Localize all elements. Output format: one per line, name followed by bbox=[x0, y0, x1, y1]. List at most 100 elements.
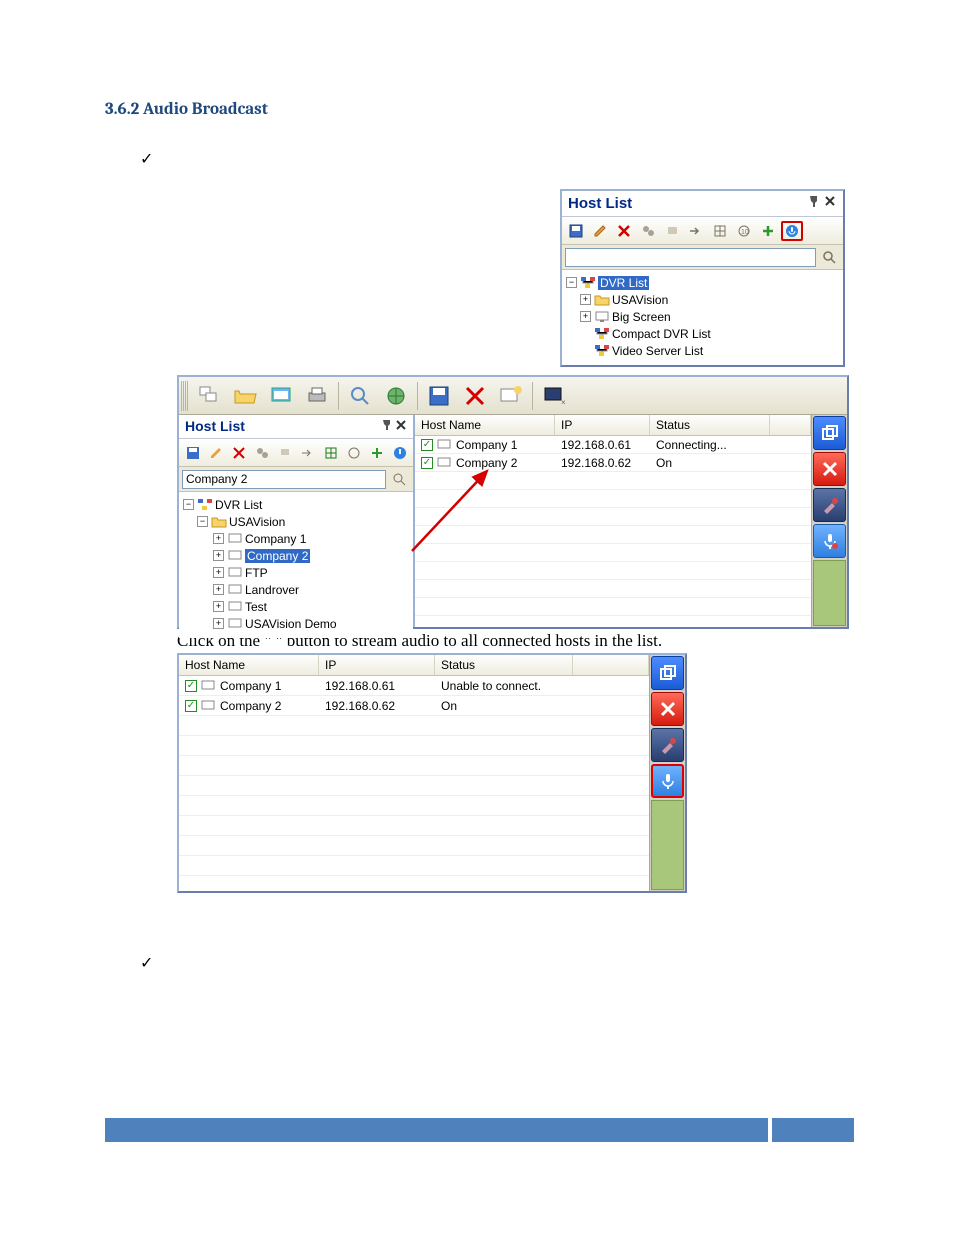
window-restore-icon[interactable] bbox=[651, 656, 684, 690]
group-icon[interactable] bbox=[637, 221, 659, 241]
search-input[interactable] bbox=[182, 470, 386, 489]
close-icon[interactable] bbox=[823, 194, 837, 212]
tree-node[interactable]: Company 2 bbox=[245, 549, 310, 563]
column-header-ip[interactable]: IP bbox=[319, 655, 435, 675]
cascade-icon[interactable] bbox=[192, 380, 226, 412]
host-tree: − DVR List + USAVision + Big Screen . Co… bbox=[562, 270, 843, 365]
column-header-hostname[interactable]: Host Name bbox=[179, 655, 319, 675]
expand-icon[interactable]: + bbox=[580, 294, 591, 305]
folder-icon bbox=[594, 293, 610, 307]
table-row[interactable]: ✓Company 2 192.168.0.62 On bbox=[179, 696, 649, 716]
resize-grip[interactable] bbox=[813, 560, 846, 626]
network-list-icon bbox=[594, 327, 610, 341]
resize-grip[interactable] bbox=[651, 800, 684, 890]
monitor-icon bbox=[227, 600, 243, 614]
tree-node[interactable]: Video Server List bbox=[612, 344, 703, 358]
badge-icon[interactable] bbox=[343, 443, 364, 463]
grid-icon[interactable] bbox=[709, 221, 731, 241]
folder-open-icon[interactable] bbox=[228, 380, 262, 412]
window-restore-icon[interactable] bbox=[813, 416, 846, 450]
column-header-ip[interactable]: IP bbox=[555, 415, 650, 435]
expand-icon[interactable]: + bbox=[580, 311, 591, 322]
printer-icon[interactable] bbox=[300, 380, 334, 412]
checkbox-icon[interactable]: ✓ bbox=[185, 700, 197, 712]
column-header-status[interactable]: Status bbox=[650, 415, 770, 435]
search-icon[interactable] bbox=[818, 247, 840, 267]
globe-icon[interactable] bbox=[379, 380, 413, 412]
tree-node[interactable]: Test bbox=[245, 600, 267, 614]
expand-icon[interactable]: + bbox=[213, 601, 224, 612]
broadcast-window: × Host List bbox=[177, 375, 849, 629]
tools-icon[interactable] bbox=[651, 728, 684, 762]
pin-icon[interactable] bbox=[807, 194, 821, 212]
tree-node[interactable]: USAVision Demo bbox=[245, 617, 337, 631]
tree-node[interactable]: Landrover bbox=[245, 583, 299, 597]
tree-node-dvr-list[interactable]: DVR List bbox=[215, 498, 262, 512]
expand-icon[interactable]: + bbox=[213, 567, 224, 578]
delete-icon[interactable] bbox=[458, 380, 492, 412]
expand-icon[interactable]: + bbox=[213, 550, 224, 561]
audio-broadcast-icon[interactable] bbox=[389, 443, 410, 463]
screen-toggle-icon[interactable]: × bbox=[537, 380, 571, 412]
search-input[interactable] bbox=[565, 248, 816, 267]
column-header-hostname[interactable]: Host Name bbox=[415, 415, 555, 435]
group-icon[interactable] bbox=[251, 443, 272, 463]
table-row[interactable]: ✓Company 1 192.168.0.61 Unable to connec… bbox=[179, 676, 649, 696]
search-icon[interactable] bbox=[388, 469, 410, 489]
tree-node-dvr-list[interactable]: DVR List bbox=[598, 276, 649, 290]
tree-node[interactable]: Big Screen bbox=[612, 310, 671, 324]
expand-icon[interactable]: + bbox=[213, 533, 224, 544]
plus-icon[interactable] bbox=[366, 443, 387, 463]
arrow-icon[interactable] bbox=[685, 221, 707, 241]
collapse-icon[interactable]: − bbox=[197, 516, 208, 527]
network-list-icon bbox=[580, 276, 596, 290]
bullet-checkmark: ✓ bbox=[140, 149, 854, 169]
plus-icon[interactable] bbox=[757, 221, 779, 241]
monitor-icon bbox=[227, 532, 243, 546]
edit-icon[interactable] bbox=[205, 443, 226, 463]
broadcast-status-panel: Host Name IP Status ✓Company 1 192.168.0… bbox=[177, 653, 687, 893]
badge-icon[interactable]: 10 bbox=[733, 221, 755, 241]
tree-node[interactable]: USAVision bbox=[612, 293, 668, 307]
audio-broadcast-icon[interactable] bbox=[781, 221, 803, 241]
table-row[interactable]: ✓Company 2 192.168.0.62 On bbox=[415, 454, 811, 472]
expand-icon[interactable]: + bbox=[213, 584, 224, 595]
pin-icon[interactable] bbox=[381, 418, 393, 434]
delete-icon[interactable] bbox=[228, 443, 249, 463]
tree-node[interactable]: Company 1 bbox=[245, 532, 306, 546]
monitor-icon bbox=[594, 310, 610, 324]
save-icon[interactable] bbox=[422, 380, 456, 412]
host-list-panel-1: Host List 10 bbox=[560, 189, 845, 367]
tree-node[interactable]: FTP bbox=[245, 566, 268, 580]
table-row[interactable]: ✓Company 1 192.168.0.61 Connecting... bbox=[415, 436, 811, 454]
close-icon[interactable] bbox=[813, 452, 846, 486]
new-monitor-icon[interactable] bbox=[494, 380, 528, 412]
bullet-checkmark: ✓ bbox=[140, 953, 854, 973]
collapse-icon[interactable]: − bbox=[183, 499, 194, 510]
arrow-icon[interactable] bbox=[297, 443, 318, 463]
column-header-status[interactable]: Status bbox=[435, 655, 573, 675]
close-icon[interactable] bbox=[395, 418, 407, 434]
microphone-stream-button[interactable] bbox=[651, 764, 684, 798]
tools-icon[interactable] bbox=[813, 488, 846, 522]
checkbox-icon[interactable]: ✓ bbox=[185, 680, 197, 692]
grid-icon[interactable] bbox=[320, 443, 341, 463]
delete-icon[interactable] bbox=[613, 221, 635, 241]
network-list-icon bbox=[594, 344, 610, 358]
save-icon[interactable] bbox=[565, 221, 587, 241]
tree-node[interactable]: Compact DVR List bbox=[612, 327, 711, 341]
monitor-window-icon[interactable] bbox=[264, 380, 298, 412]
tag-icon[interactable] bbox=[274, 443, 295, 463]
edit-icon[interactable] bbox=[589, 221, 611, 241]
tree-node[interactable]: USAVision bbox=[229, 515, 285, 529]
collapse-icon[interactable]: − bbox=[566, 277, 577, 288]
checkbox-icon[interactable]: ✓ bbox=[421, 457, 433, 469]
close-icon[interactable] bbox=[651, 692, 684, 726]
search-icon[interactable] bbox=[343, 380, 377, 412]
checkbox-icon[interactable]: ✓ bbox=[421, 439, 433, 451]
monitor-icon bbox=[227, 549, 243, 563]
save-icon[interactable] bbox=[182, 443, 203, 463]
microphone-icon[interactable] bbox=[813, 524, 846, 558]
expand-icon[interactable]: + bbox=[213, 618, 224, 629]
tag-icon[interactable] bbox=[661, 221, 683, 241]
